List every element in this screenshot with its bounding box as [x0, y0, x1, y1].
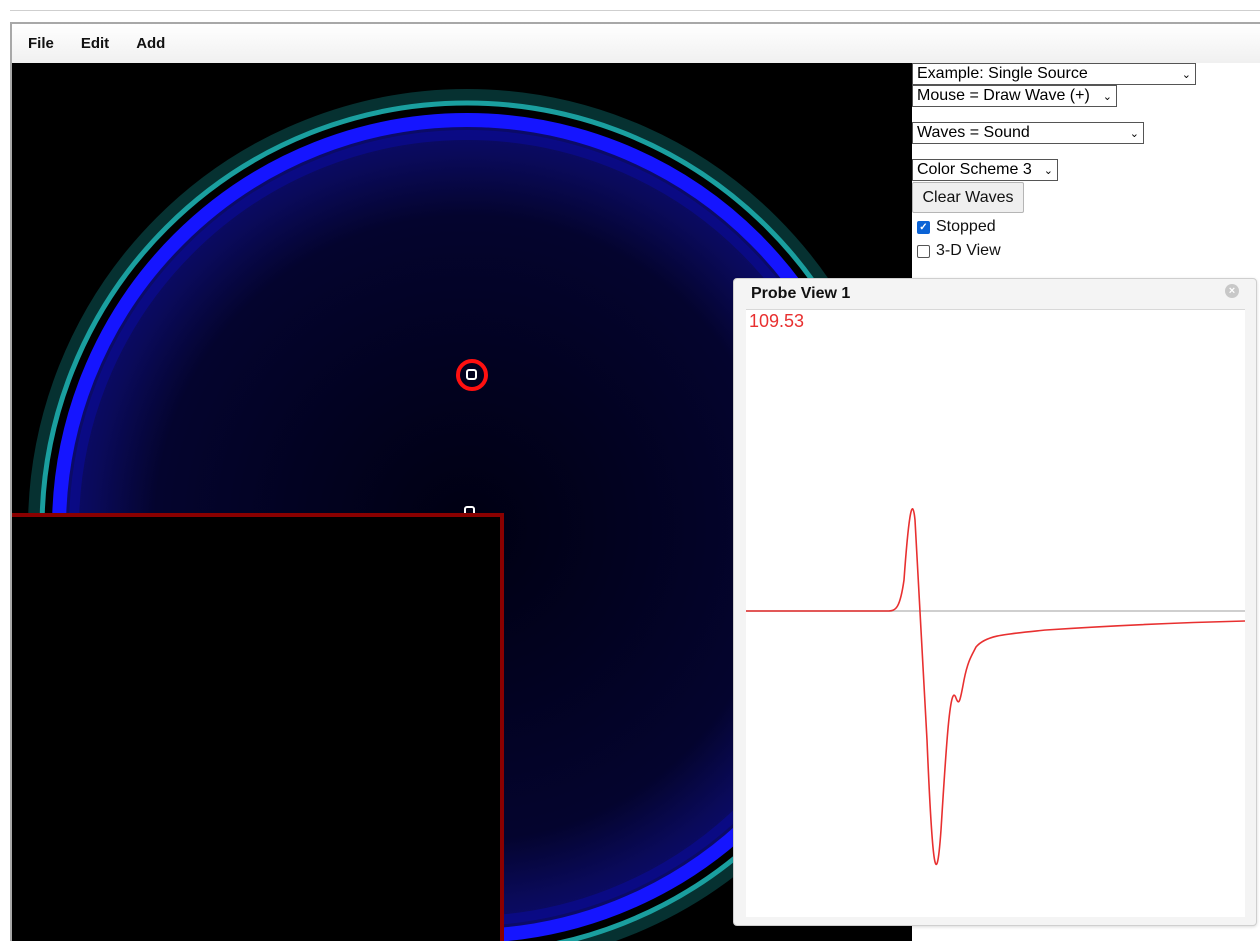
- probe-plot: 109.53: [746, 309, 1245, 917]
- mouse-mode-select[interactable]: Mouse = Draw Wave (+) ⌄: [912, 85, 1117, 107]
- probe-window-title: Probe View 1: [751, 285, 851, 302]
- chevron-down-icon: ⌄: [1043, 164, 1053, 177]
- stopped-label: Stopped: [936, 218, 996, 235]
- stopped-checkbox[interactable]: ✓: [917, 220, 930, 234]
- menu-bar: File Edit Add: [12, 24, 1260, 63]
- probe-trace: [746, 508, 1245, 866]
- color-scheme-select[interactable]: Color Scheme 3 ⌄: [912, 159, 1058, 181]
- stopped-row: ✓ Stopped: [917, 218, 996, 236]
- view3d-checkbox[interactable]: [917, 244, 930, 258]
- menu-file[interactable]: File: [28, 35, 54, 52]
- mouse-mode-label: Mouse = Draw Wave (+): [917, 87, 1090, 104]
- view3d-row: 3-D View: [917, 242, 1001, 260]
- waves-select[interactable]: Waves = Sound ⌄: [912, 122, 1144, 144]
- wall-box[interactable]: [12, 513, 504, 941]
- example-select-label: Example: Single Source: [917, 65, 1088, 82]
- clear-waves-button[interactable]: Clear Waves: [912, 182, 1024, 213]
- menu-add[interactable]: Add: [136, 35, 165, 52]
- checkmark-icon: ✓: [919, 221, 928, 233]
- chevron-down-icon: ⌄: [1102, 90, 1112, 103]
- color-scheme-label: Color Scheme 3: [917, 161, 1032, 178]
- waves-select-label: Waves = Sound: [917, 124, 1030, 141]
- top-border: [10, 10, 1260, 11]
- example-select[interactable]: Example: Single Source ⌄: [912, 63, 1196, 85]
- menu-edit[interactable]: Edit: [81, 35, 109, 52]
- close-icon[interactable]: ×: [1225, 284, 1239, 298]
- chevron-down-icon: ⌄: [1129, 127, 1139, 140]
- probe-view-window[interactable]: Probe View 1 × 109.53: [733, 278, 1257, 926]
- view3d-label: 3-D View: [936, 242, 1001, 259]
- chevron-down-icon: ⌄: [1181, 68, 1191, 81]
- probe-graph: [746, 508, 1245, 866]
